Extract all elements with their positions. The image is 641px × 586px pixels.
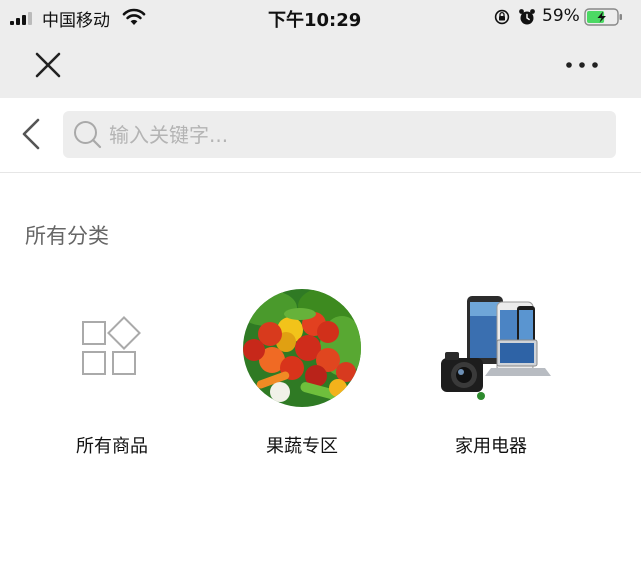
search-input[interactable] <box>109 117 605 152</box>
more-horizontal-icon[interactable] <box>560 52 604 78</box>
search-box[interactable] <box>63 111 616 158</box>
category-label: 果蔬专区 <box>266 436 338 457</box>
search-icon <box>74 121 102 149</box>
battery-percentage: 59% <box>542 6 580 26</box>
section-title: 所有分类 <box>25 224 109 248</box>
fruit-vegetable-image <box>243 289 361 407</box>
rotation-lock-icon <box>494 9 510 25</box>
chevron-left-icon[interactable] <box>16 116 46 152</box>
category-all-products[interactable]: 所有商品 <box>27 288 197 464</box>
home-appliance-image <box>441 296 551 400</box>
carrier-name: 中国移动 <box>42 11 110 31</box>
wifi-icon <box>122 8 146 25</box>
cellular-signal-icon <box>10 12 32 25</box>
close-icon[interactable] <box>30 48 66 82</box>
battery-charging-icon <box>584 8 622 26</box>
all-products-grid-icon <box>82 316 141 375</box>
category-label: 家用电器 <box>455 436 527 457</box>
status-time: 下午10:29 <box>268 10 362 31</box>
alarm-clock-icon <box>519 9 535 25</box>
top-bar: 中国移动 下午10:29 59% <box>0 0 641 98</box>
category-home-appliances[interactable]: 家用电器 <box>406 288 576 464</box>
category-label: 所有商品 <box>76 436 148 457</box>
category-fruit-vegetable[interactable]: 果蔬专区 <box>217 288 387 464</box>
status-bar: 中国移动 下午10:29 59% <box>0 0 641 34</box>
search-bar <box>0 98 641 173</box>
